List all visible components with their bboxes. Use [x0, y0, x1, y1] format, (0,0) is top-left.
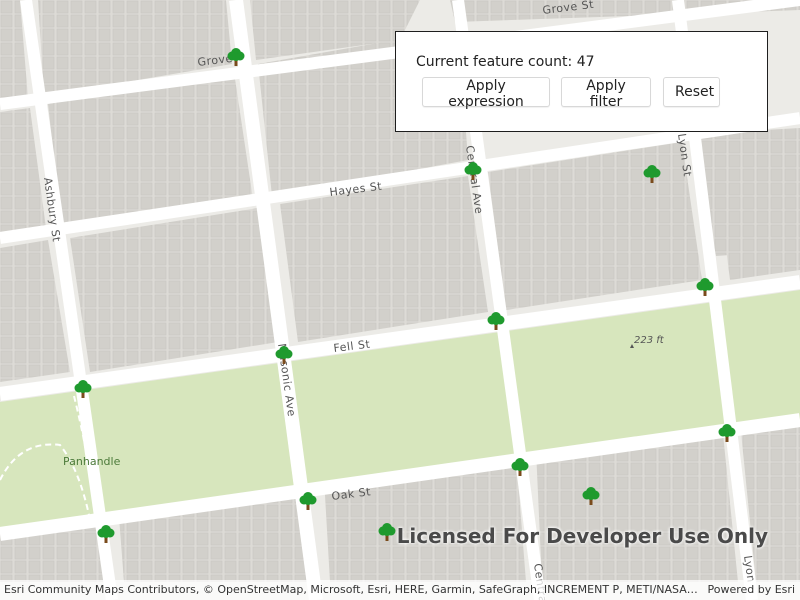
park-label: Panhandle	[63, 455, 121, 468]
feature-count-label: Current feature count:	[416, 54, 573, 70]
feature-count-text: Current feature count: 47	[416, 54, 595, 70]
feature-count-value: 47	[576, 54, 595, 70]
filter-panel: Current feature count: 47 Apply expressi…	[395, 31, 768, 132]
apply-filter-button[interactable]: Apply filter	[561, 77, 651, 110]
attribution-bar: Esri Community Maps Contributors, © Open…	[0, 580, 800, 600]
reset-button[interactable]: Reset	[663, 77, 720, 107]
elevation-label: 223 ft	[634, 335, 665, 346]
apply-expression-button[interactable]: Apply expression	[422, 77, 550, 110]
attribution-text[interactable]: Esri Community Maps Contributors, © Open…	[4, 580, 699, 600]
powered-by-esri[interactable]: Powered by Esri	[707, 580, 795, 600]
license-watermark: Licensed For Developer Use Only	[396, 524, 768, 548]
